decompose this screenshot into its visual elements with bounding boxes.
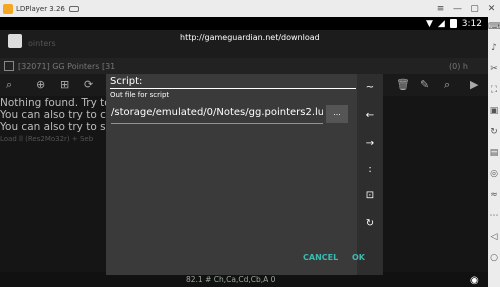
screenshot-icon[interactable]: ▣ [488, 101, 500, 122]
dialog-subtitle: Out file for script [110, 91, 170, 99]
keyboard-icon[interactable]: ⌨ [488, 17, 500, 38]
play-icon[interactable]: ▶ [470, 78, 478, 91]
emulator-titlebar: LDPlayer 3.26 ≡ — ▢ ✕ [0, 0, 500, 17]
script-path-input[interactable]: /storage/emulated/0/Notes/gg.pointers2.l… [111, 107, 323, 124]
message-line: Nothing found. Try to s [0, 97, 120, 109]
process-row: [32071] GG Pointers [31 (0) h [0, 58, 488, 74]
cancel-button[interactable]: CANCEL [303, 253, 338, 262]
download-url: http://gameguardian.net/download [180, 33, 320, 42]
search-icon[interactable]: ⌕ [6, 78, 12, 92]
status-time: 3:12 [461, 18, 482, 29]
volume-icon[interactable]: ♪ [488, 38, 500, 59]
minimize-button[interactable]: — [449, 0, 466, 17]
refresh-icon[interactable]: ⟳ [84, 78, 93, 91]
dialog-title: Script: [110, 76, 143, 87]
more-icon[interactable]: ⋯ [488, 206, 500, 227]
battery-icon [449, 19, 457, 28]
delete-icon[interactable]: 🗑 [396, 78, 410, 91]
home-icon[interactable]: ○ [488, 248, 500, 269]
arrow-right-icon[interactable]: → [357, 138, 383, 149]
android-screen: ▼ ◢ 3:12 ointers ⚟ ⌕ http://gameguardian… [0, 17, 488, 287]
filter-icon[interactable]: ⊞ [60, 78, 69, 91]
emulator-sidebar: ⌨ ♪ ✂ ⛶ ▣ ↻ ▤ ◎ ≈ ⋯ ◁ ○ [488, 17, 500, 287]
select-all-checkbox[interactable] [4, 61, 14, 71]
ok-button[interactable]: OK [352, 253, 365, 262]
fullscreen-icon[interactable]: ⛶ [488, 80, 500, 101]
colon-icon[interactable]: : [357, 164, 383, 175]
scissors-icon[interactable]: ✂ [488, 59, 500, 80]
maximize-button[interactable]: ▢ [466, 0, 483, 17]
close-button[interactable]: ✕ [483, 0, 500, 17]
message-line: You can also try to cho [0, 109, 119, 121]
search-icon[interactable]: ⌕ [444, 78, 450, 92]
ldplayer-logo-icon [3, 3, 13, 14]
history-icon[interactable]: ↻ [357, 218, 383, 229]
rotate-icon[interactable]: ↻ [488, 122, 500, 143]
title-divider [110, 88, 356, 89]
location-icon[interactable]: ◎ [488, 164, 500, 185]
wifi-icon: ▼ [425, 18, 433, 29]
tilde-icon[interactable]: ~ [357, 82, 383, 93]
message-line: You can also try to sea [0, 121, 119, 133]
window-title: LDPlayer 3.26 [16, 4, 65, 13]
android-statusbar: ▼ ◢ 3:12 [0, 17, 488, 30]
select-icon[interactable]: ⊡ [357, 190, 383, 201]
message-area: Nothing found. Try to s You can also try… [0, 97, 119, 145]
dialog-side-toolbar: ~ ← → : ⊡ ↻ [357, 74, 383, 275]
stop-button[interactable] [8, 34, 22, 48]
message-faded: Load ll (Res2Mo32r) + Seb [0, 135, 94, 143]
shake-icon[interactable]: ≈ [488, 185, 500, 206]
link-icon[interactable] [68, 5, 79, 12]
bottom-status-text: 82.1 # Ch,Ca,Cd,Cb,A 0 [186, 275, 276, 284]
signal-icon: ◢ [437, 18, 445, 29]
script-dialog: Script: Out file for script /storage/emu… [106, 74, 383, 275]
tab-pointers-label[interactable]: ointers [28, 39, 56, 48]
apk-icon[interactable]: ▤ [488, 143, 500, 164]
menu-icon[interactable]: ≡ [432, 0, 449, 17]
edit-icon[interactable]: ✎ [420, 78, 429, 91]
eye-icon[interactable]: ◉ [470, 275, 479, 286]
arrow-left-icon[interactable]: ← [357, 110, 383, 121]
back-icon[interactable]: ◁ [488, 227, 500, 248]
result-count: (0) h [449, 61, 468, 71]
browse-button[interactable]: ... [326, 105, 348, 123]
fuzzy-search-icon[interactable]: ⊕ [36, 78, 45, 91]
process-info: [32071] GG Pointers [31 [18, 61, 116, 71]
